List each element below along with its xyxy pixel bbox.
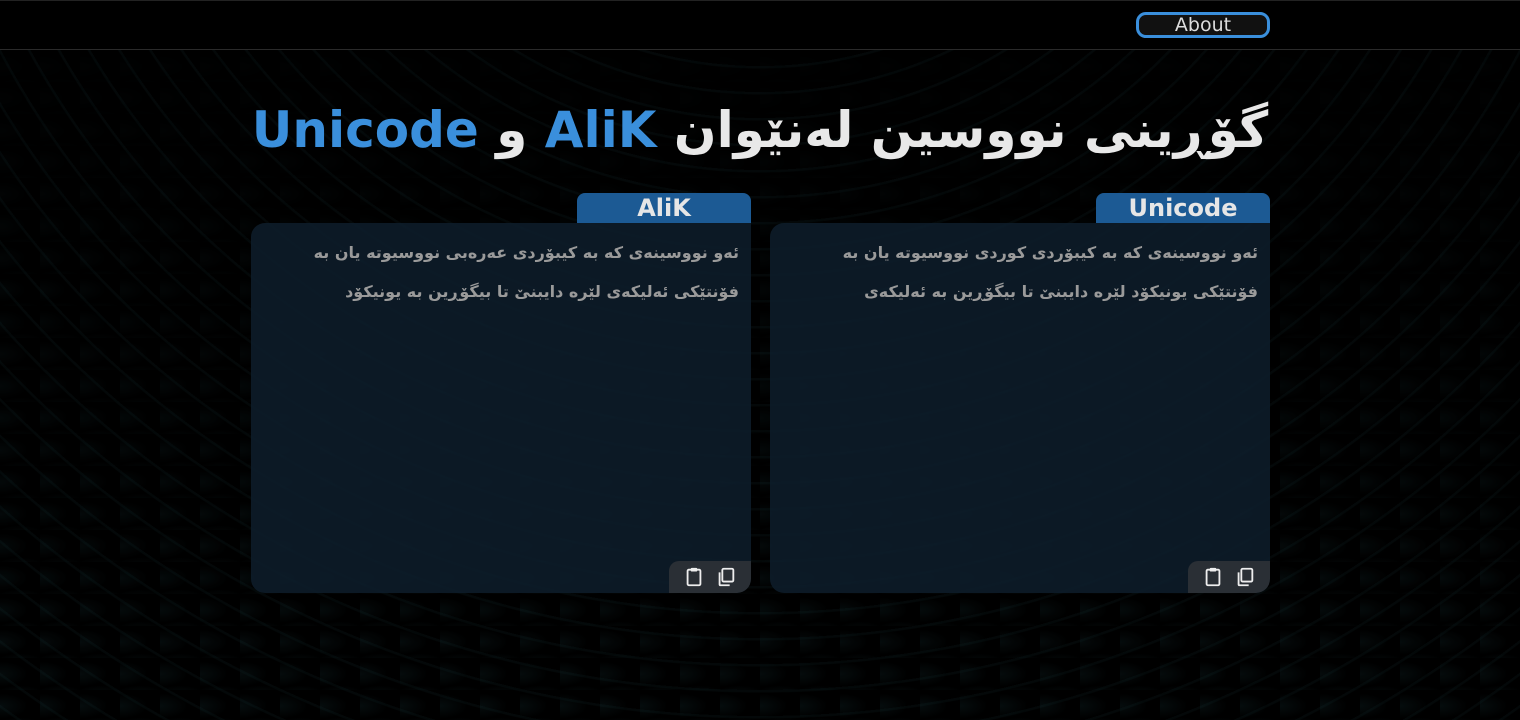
top-navbar: About bbox=[0, 0, 1520, 50]
clipboard-icon[interactable] bbox=[683, 566, 705, 588]
title-prefix: گۆڕینی نووسین لەنێوان bbox=[673, 101, 1269, 159]
alik-panel: AliK ئەو نووسینەی کە بە کیبۆردی عەرەبی ن… bbox=[251, 193, 751, 593]
copy-icon[interactable] bbox=[1234, 566, 1256, 588]
unicode-panel: Unicode ئەو نووسینەی کە بە کیبۆردی کوردی… bbox=[770, 193, 1270, 593]
unicode-toolbar bbox=[1188, 561, 1270, 593]
about-button[interactable]: About bbox=[1136, 12, 1270, 38]
unicode-panel-tab: Unicode bbox=[1096, 193, 1270, 223]
unicode-placeholder: ئەو نووسینەی کە بە کیبۆردی کوردی نووسیوت… bbox=[842, 243, 1258, 301]
unicode-textarea[interactable]: ئەو نووسینەی کە بە کیبۆردی کوردی نووسیوت… bbox=[770, 223, 1270, 593]
alik-panel-tab: AliK bbox=[577, 193, 751, 223]
title-unicode: Unicode bbox=[251, 101, 479, 159]
alik-placeholder: ئەو نووسینەی کە بە کیبۆردی عەرەبی نووسیو… bbox=[313, 243, 739, 301]
alik-textarea[interactable]: ئەو نووسینەی کە بە کیبۆردی عەرەبی نووسیو… bbox=[251, 223, 751, 593]
page-title: گۆڕینی نووسین لەنێوان AliK و Unicode bbox=[0, 98, 1520, 168]
title-alik: AliK bbox=[544, 101, 657, 159]
title-connector: و bbox=[496, 101, 528, 159]
copy-icon[interactable] bbox=[715, 566, 737, 588]
alik-toolbar bbox=[669, 561, 751, 593]
clipboard-icon[interactable] bbox=[1202, 566, 1224, 588]
